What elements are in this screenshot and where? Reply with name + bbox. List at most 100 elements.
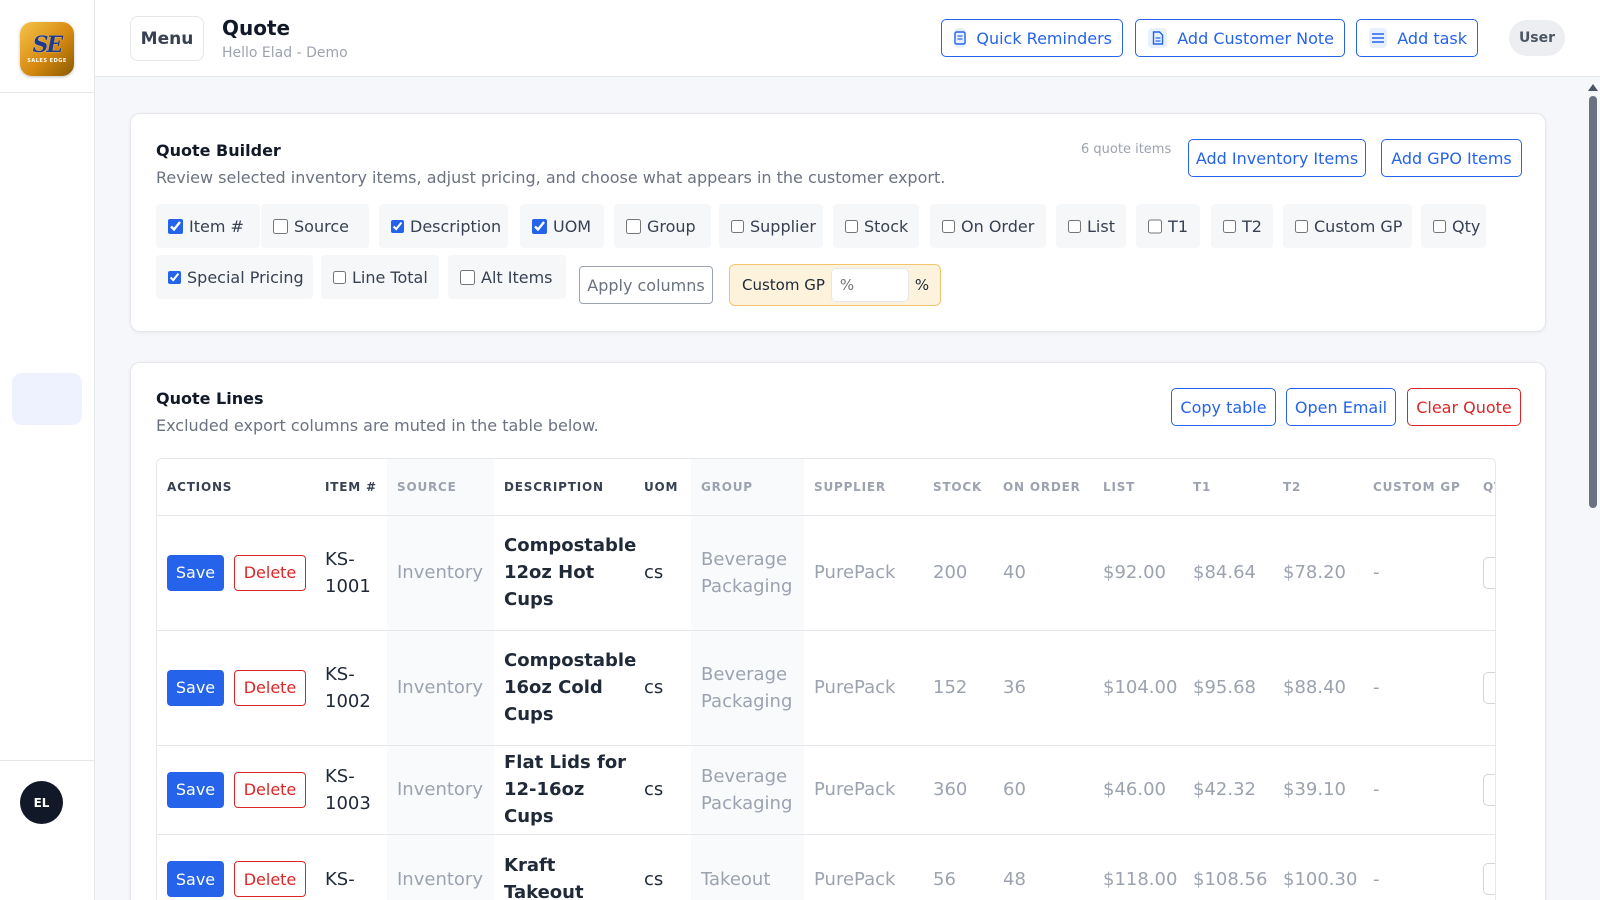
qty-input[interactable]: 1 <box>1483 863 1495 895</box>
column-checkbox[interactable] <box>168 218 183 234</box>
column-checkbox[interactable] <box>1148 218 1163 234</box>
cell-stock: 360 <box>923 745 993 835</box>
column-header: UOM <box>634 459 691 516</box>
qty-input[interactable]: 1 <box>1483 773 1495 806</box>
cell-list: $46.00 <box>1093 745 1183 835</box>
delete-row-button[interactable]: Delete <box>234 669 306 706</box>
cell-on-order: 48 <box>993 834 1093 900</box>
column-toggle[interactable]: UOM <box>520 204 604 248</box>
column-checkbox[interactable] <box>391 218 404 234</box>
add-customer-note-button[interactable]: Add Customer Note <box>1135 19 1345 57</box>
top-header: Menu Quote Hello Elad - Demo Quick Remin… <box>95 0 1600 77</box>
column-toggle[interactable]: Alt Items <box>448 255 566 299</box>
column-toggle-label: Alt Items <box>481 267 553 287</box>
cell-item: KS-1001 <box>315 515 387 631</box>
column-checkbox[interactable] <box>532 218 547 234</box>
column-toggle[interactable]: On Order <box>930 204 1046 248</box>
menu-button[interactable]: Menu <box>130 16 204 61</box>
column-checkbox[interactable] <box>1068 218 1081 234</box>
column-toggle-label: Group <box>647 216 696 236</box>
add-task-button[interactable]: Add task <box>1356 19 1478 57</box>
cell-group: Beverage Packaging <box>691 630 804 746</box>
column-checkbox[interactable] <box>1433 218 1446 234</box>
logo-mark: SE <box>32 32 64 58</box>
column-toggle-label: T1 <box>1168 216 1188 236</box>
save-row-button[interactable]: Save <box>167 554 224 591</box>
custom-gp-input[interactable] <box>830 268 909 302</box>
cell-qty: 1 <box>1473 745 1495 835</box>
user-avatar[interactable]: EL <box>20 781 63 824</box>
column-checkbox[interactable] <box>731 218 744 234</box>
save-row-button[interactable]: Save <box>167 861 224 897</box>
save-row-button[interactable]: Save <box>167 771 224 808</box>
delete-row-button[interactable]: Delete <box>234 771 306 808</box>
column-checkbox[interactable] <box>626 218 641 234</box>
cell-source: Inventory <box>387 834 494 900</box>
sidebar-item-active[interactable] <box>12 373 82 425</box>
column-toggle[interactable]: Source <box>261 204 369 248</box>
column-toggle[interactable]: Custom GP <box>1283 204 1412 248</box>
column-toggle[interactable]: T1 <box>1136 204 1200 248</box>
column-toggle[interactable]: Line Total <box>321 255 439 299</box>
table-row: Save Delete KS-1003 Inventory Flat Lids for … <box>157 745 1495 835</box>
column-checkbox[interactable] <box>333 269 346 285</box>
custom-gp-label: Custom GP <box>742 276 825 294</box>
column-header: SOURCE <box>387 459 494 516</box>
cell-list: $104.00 <box>1093 630 1183 746</box>
add-inventory-items-button[interactable]: Add Inventory Items <box>1188 139 1366 177</box>
cell-uom: cs <box>634 745 691 835</box>
sidebar: SE SALES EDGE EL <box>0 0 95 900</box>
column-checkbox[interactable] <box>168 269 181 285</box>
column-toggle[interactable]: Item # <box>156 204 260 248</box>
qty-input[interactable]: 1 <box>1483 671 1495 704</box>
column-checkbox[interactable] <box>1223 218 1236 234</box>
column-toggle-label: List <box>1087 216 1115 236</box>
column-checkbox[interactable] <box>845 218 858 234</box>
column-toggle[interactable]: Stock <box>833 204 919 248</box>
cell-uom: cs <box>634 515 691 631</box>
column-toggle[interactable]: T2 <box>1211 204 1273 248</box>
quick-reminders-label: Quick Reminders <box>976 28 1112 48</box>
cell-supplier: PurePack <box>804 745 923 835</box>
copy-table-button[interactable]: Copy table <box>1171 388 1276 426</box>
clear-quote-button[interactable]: Clear Quote <box>1407 388 1521 426</box>
qty-input[interactable]: 1 <box>1483 556 1495 589</box>
column-toggle[interactable]: Group <box>614 204 711 248</box>
column-toggle[interactable]: Description <box>379 204 508 248</box>
sales-edge-logo[interactable]: SE SALES EDGE <box>20 22 74 76</box>
apply-columns-button[interactable]: Apply columns <box>579 266 713 304</box>
column-checkbox[interactable] <box>460 269 475 285</box>
column-toggle[interactable]: Special Pricing <box>156 255 313 299</box>
cell-on-order: 36 <box>993 630 1093 746</box>
cell-supplier: PurePack <box>804 834 923 900</box>
logo-tagline: SALES EDGE <box>27 58 67 64</box>
column-toggle-label: Custom GP <box>1314 216 1403 236</box>
column-header: QTY <box>1473 459 1495 516</box>
delete-row-button[interactable]: Delete <box>234 554 306 591</box>
column-checkbox[interactable] <box>942 218 955 234</box>
quick-reminders-button[interactable]: Quick Reminders <box>941 19 1123 57</box>
page-subtitle: Hello Elad - Demo <box>222 45 348 61</box>
page-scrollbar[interactable] <box>1586 78 1600 900</box>
column-toggle[interactable]: Qty <box>1421 204 1486 248</box>
column-toggle-label: On Order <box>961 216 1035 236</box>
cell-custom-gp: - <box>1363 834 1473 900</box>
column-checkbox[interactable] <box>273 218 288 234</box>
save-row-button[interactable]: Save <box>167 669 224 706</box>
scroll-up-arrow-icon[interactable] <box>1588 84 1598 91</box>
column-toggle[interactable]: List <box>1056 204 1126 248</box>
cell-t2: $100.30 <box>1273 834 1363 900</box>
open-email-button[interactable]: Open Email <box>1286 388 1396 426</box>
user-menu[interactable]: User <box>1509 20 1565 56</box>
column-checkbox[interactable] <box>1295 218 1308 234</box>
delete-row-button[interactable]: Delete <box>234 861 306 897</box>
cell-custom-gp: - <box>1363 745 1473 835</box>
cell-t2: $39.10 <box>1273 745 1363 835</box>
column-toggle-label: Line Total <box>352 267 428 287</box>
add-gpo-items-button[interactable]: Add GPO Items <box>1381 139 1522 177</box>
cell-t1: $42.32 <box>1183 745 1273 835</box>
column-toggle[interactable]: Supplier <box>719 204 823 248</box>
sidebar-divider <box>0 760 95 761</box>
quote-builder-subtitle: Review selected inventory items, adjust … <box>156 168 946 187</box>
page-scroll-thumb[interactable] <box>1589 96 1597 508</box>
